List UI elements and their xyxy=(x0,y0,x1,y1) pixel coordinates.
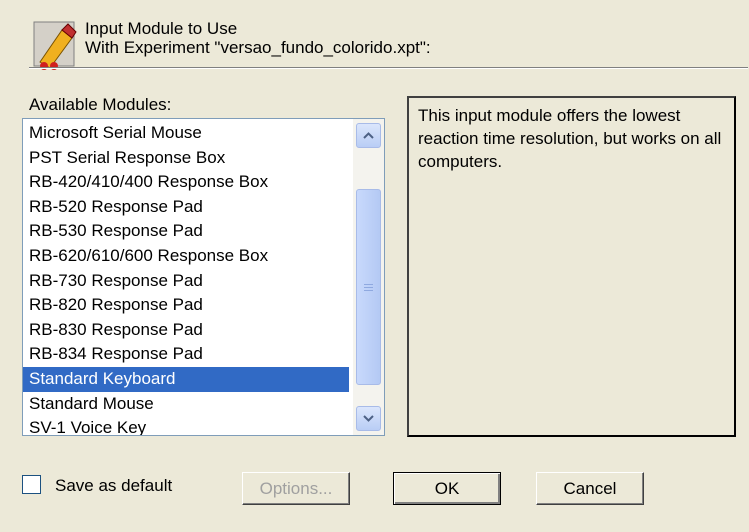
module-description-box: This input module offers the lowest reac… xyxy=(407,96,736,437)
module-list-item[interactable]: SV-1 Voice Key xyxy=(23,416,349,435)
options-button[interactable]: Options... xyxy=(242,472,350,505)
module-list-item[interactable]: RB-530 Response Pad xyxy=(23,219,349,244)
scroll-thumb[interactable] xyxy=(356,189,381,385)
save-as-default-label[interactable]: Save as default xyxy=(55,475,172,497)
module-list-item[interactable]: RB-834 Response Pad xyxy=(23,342,349,367)
dialog-title-line-2: With Experiment "versao_fundo_colorido.x… xyxy=(85,38,431,57)
vertical-scrollbar[interactable] xyxy=(353,119,384,435)
module-list-item[interactable]: RB-620/610/600 Response Box xyxy=(23,244,349,269)
scroll-down-button[interactable] xyxy=(356,406,381,431)
chevron-up-icon xyxy=(363,132,374,139)
module-items: Microsoft Serial Mouse PST Serial Respons… xyxy=(23,121,349,435)
module-list-item[interactable]: RB-730 Response Pad xyxy=(23,269,349,294)
module-list-item[interactable]: RB-830 Response Pad xyxy=(23,318,349,343)
grip-icon xyxy=(364,283,373,291)
scroll-up-button[interactable] xyxy=(356,123,381,148)
save-as-default-checkbox[interactable] xyxy=(22,475,41,494)
module-list-item[interactable]: RB-520 Response Pad xyxy=(23,195,349,220)
available-modules-list[interactable]: Microsoft Serial Mouse PST Serial Respons… xyxy=(22,118,385,436)
header-divider xyxy=(29,67,748,69)
dialog-title-line-1: Input Module to Use xyxy=(85,19,238,38)
input-module-icon xyxy=(32,16,82,74)
module-description: This input module offers the lowest reac… xyxy=(418,106,722,171)
module-list-item[interactable]: Standard Mouse xyxy=(23,392,349,417)
chevron-down-icon xyxy=(363,415,374,422)
module-list-item[interactable]: RB-420/410/400 Response Box xyxy=(23,170,349,195)
module-list-item[interactable]: PST Serial Response Box xyxy=(23,146,349,171)
available-modules-label: Available Modules: xyxy=(29,95,172,114)
module-list-item[interactable]: RB-820 Response Pad xyxy=(23,293,349,318)
module-list-item[interactable]: Microsoft Serial Mouse xyxy=(23,121,349,146)
ok-button[interactable]: OK xyxy=(393,472,501,505)
module-list-item[interactable]: Standard Keyboard xyxy=(23,366,349,392)
cancel-button[interactable]: Cancel xyxy=(536,472,644,505)
